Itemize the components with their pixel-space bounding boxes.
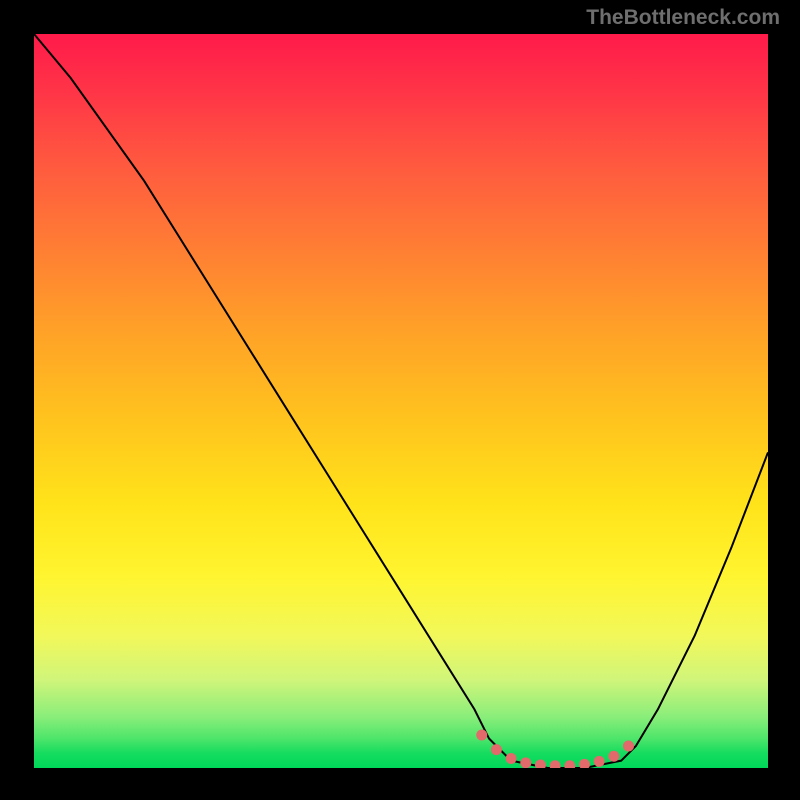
highlight-dot	[623, 740, 634, 751]
highlight-dot	[608, 751, 619, 762]
highlight-dot	[506, 753, 517, 764]
main-curve	[34, 34, 768, 768]
watermark-text: TheBottleneck.com	[586, 6, 780, 30]
highlight-dot	[550, 760, 561, 768]
highlight-dot	[594, 756, 605, 767]
highlight-dot	[564, 760, 575, 768]
curve-svg	[34, 34, 768, 768]
chart-container: TheBottleneck.com	[0, 0, 800, 800]
highlight-dot	[535, 760, 546, 768]
highlight-dot	[476, 729, 487, 740]
highlight-dot	[491, 744, 502, 755]
highlight-dot	[579, 759, 590, 768]
highlight-dot	[520, 757, 531, 768]
plot-area	[34, 34, 768, 768]
